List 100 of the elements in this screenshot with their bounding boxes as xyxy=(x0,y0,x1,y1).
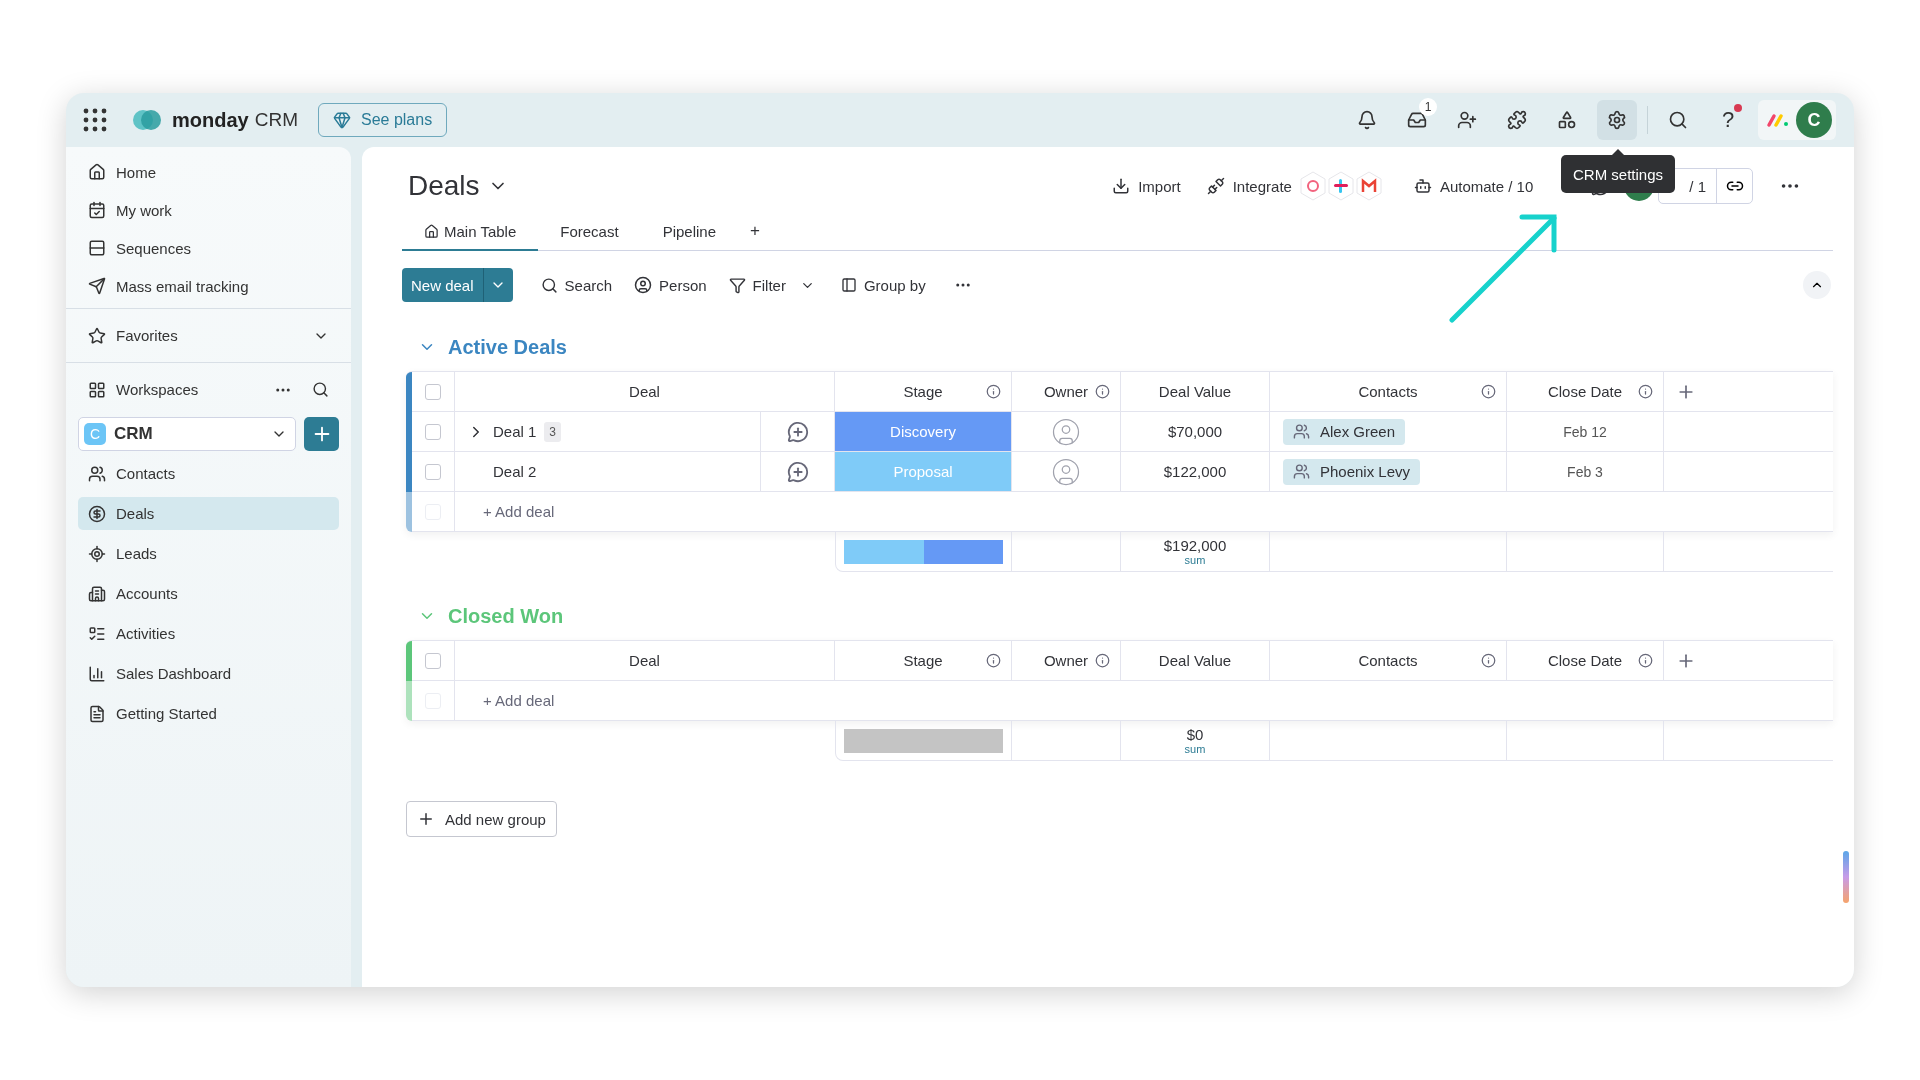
star-icon xyxy=(88,326,106,345)
puzzle-icon xyxy=(1507,110,1527,130)
select-all-checkbox[interactable] xyxy=(425,383,441,400)
home-icon xyxy=(424,223,439,239)
column-header: Stage xyxy=(903,383,943,400)
see-plans-button[interactable]: See plans xyxy=(317,103,448,137)
sum-value: $192,000 xyxy=(1163,537,1227,554)
new-deal-button[interactable]: New deal xyxy=(402,268,513,302)
nav-item[interactable]: My work xyxy=(78,191,339,229)
deal-name: Deal 1 xyxy=(493,423,537,440)
column-header: Stage xyxy=(903,652,943,669)
app-hexagon-icon xyxy=(1355,171,1382,201)
panel-icon xyxy=(840,277,857,293)
apps-grid-icon[interactable] xyxy=(82,107,108,133)
download-icon xyxy=(1112,177,1131,195)
add-update-icon[interactable] xyxy=(786,460,809,483)
info-icon xyxy=(986,384,1001,399)
dollar-icon xyxy=(88,504,106,523)
column-header: Contacts xyxy=(1358,383,1418,400)
automate-button[interactable]: Automate / 10 xyxy=(1405,169,1542,203)
select-all-checkbox[interactable] xyxy=(425,652,441,669)
column-header: Close Date xyxy=(1547,383,1623,400)
diamond-icon xyxy=(332,111,351,129)
stripes-logo-icon xyxy=(1766,112,1790,128)
grid-icon xyxy=(88,380,106,399)
search-button[interactable]: Search xyxy=(532,268,621,302)
app-hexagon-icon xyxy=(1327,171,1354,201)
user-avatar[interactable]: C xyxy=(1796,102,1832,138)
nav-item[interactable]: Sequences xyxy=(78,229,339,267)
add-deal-link[interactable]: + Add deal xyxy=(483,503,555,520)
document-icon xyxy=(88,704,106,723)
settings-icon xyxy=(1607,110,1627,130)
scrollbar-thumb[interactable] xyxy=(1843,851,1849,903)
product-name: CRM xyxy=(254,109,298,131)
add-view-button[interactable]: + xyxy=(738,213,772,251)
group-title: Closed Won xyxy=(448,604,564,628)
search-icon[interactable] xyxy=(312,381,329,398)
settings-button[interactable] xyxy=(1597,100,1637,140)
add-deal-link[interactable]: + Add deal xyxy=(483,692,555,709)
board-item[interactable]: Activities xyxy=(78,617,339,650)
info-icon xyxy=(1638,653,1653,668)
column-header: Close Date xyxy=(1547,652,1623,669)
filter-button[interactable]: Filter xyxy=(720,268,794,302)
close-date: Feb 3 xyxy=(1567,463,1603,480)
plus-icon xyxy=(417,810,435,828)
board-item[interactable]: Contacts xyxy=(78,457,339,490)
group-title: Active Deals xyxy=(448,335,567,359)
count-badge: 1 xyxy=(1419,98,1437,116)
import-button[interactable]: Import xyxy=(1104,169,1189,203)
inbox-button[interactable]: 1 xyxy=(1397,100,1437,140)
workspace-dropdown[interactable]: C CRM xyxy=(78,417,296,451)
plug-icon xyxy=(1206,177,1225,195)
board-item[interactable]: Sales Dashboard xyxy=(78,657,339,690)
person-add-icon xyxy=(1457,110,1477,130)
nav-item[interactable]: Mass email tracking xyxy=(78,267,339,305)
row-checkbox[interactable] xyxy=(425,423,441,440)
building-icon xyxy=(88,584,106,603)
row-checkbox[interactable] xyxy=(425,463,441,480)
brand-name: monday xyxy=(172,108,249,132)
column-header: Deal xyxy=(629,383,660,400)
add-button[interactable] xyxy=(304,417,339,451)
sum-label: sum xyxy=(1184,743,1206,755)
info-icon xyxy=(986,653,1001,668)
logo-icon xyxy=(132,109,162,131)
view-tab[interactable]: Pipeline xyxy=(640,213,738,251)
robot-icon xyxy=(1413,177,1432,195)
favorites-label[interactable]: Favorites xyxy=(116,327,303,344)
add-update-icon[interactable] xyxy=(786,420,809,443)
info-icon xyxy=(1638,384,1653,399)
group-by-button[interactable]: Group by xyxy=(832,268,934,302)
info-icon xyxy=(1095,384,1110,399)
deal-name: Deal 2 xyxy=(493,463,537,480)
list-icon xyxy=(88,624,106,643)
calendar-check-icon xyxy=(88,201,106,219)
workspace-initial: C xyxy=(84,423,106,445)
nav-item[interactable]: Home xyxy=(78,153,339,191)
column-header: Owner xyxy=(1043,383,1089,400)
add-group-button[interactable]: Add new group xyxy=(406,801,557,837)
shapes-icon xyxy=(1557,110,1577,130)
board-item[interactable]: Accounts xyxy=(78,577,339,610)
integrate-button[interactable]: Integrate xyxy=(1198,169,1300,203)
board-title[interactable]: Deals xyxy=(408,170,480,202)
board-item[interactable]: Deals xyxy=(78,497,339,530)
person-filter-button[interactable]: Person xyxy=(626,268,715,302)
send-icon xyxy=(88,277,106,295)
contact-chip[interactable]: Phoenix Levy xyxy=(1283,458,1421,485)
view-tab[interactable]: Main Table xyxy=(402,213,539,251)
app-hexagon-icon xyxy=(1299,171,1326,201)
contact-chip[interactable]: Alex Green xyxy=(1283,418,1406,445)
deal-value: $122,000 xyxy=(1163,463,1227,480)
board-item[interactable]: Getting Started xyxy=(78,697,339,730)
board-item[interactable]: Leads xyxy=(78,537,339,570)
help-button[interactable]: ? xyxy=(1708,100,1748,140)
info-icon xyxy=(1481,653,1496,668)
view-tab[interactable]: Forecast xyxy=(538,213,641,251)
column-header: Deal xyxy=(629,652,660,669)
search-icon xyxy=(540,276,558,294)
info-icon xyxy=(1095,653,1110,668)
column-header: Contacts xyxy=(1358,652,1418,669)
person-icon xyxy=(634,276,653,294)
